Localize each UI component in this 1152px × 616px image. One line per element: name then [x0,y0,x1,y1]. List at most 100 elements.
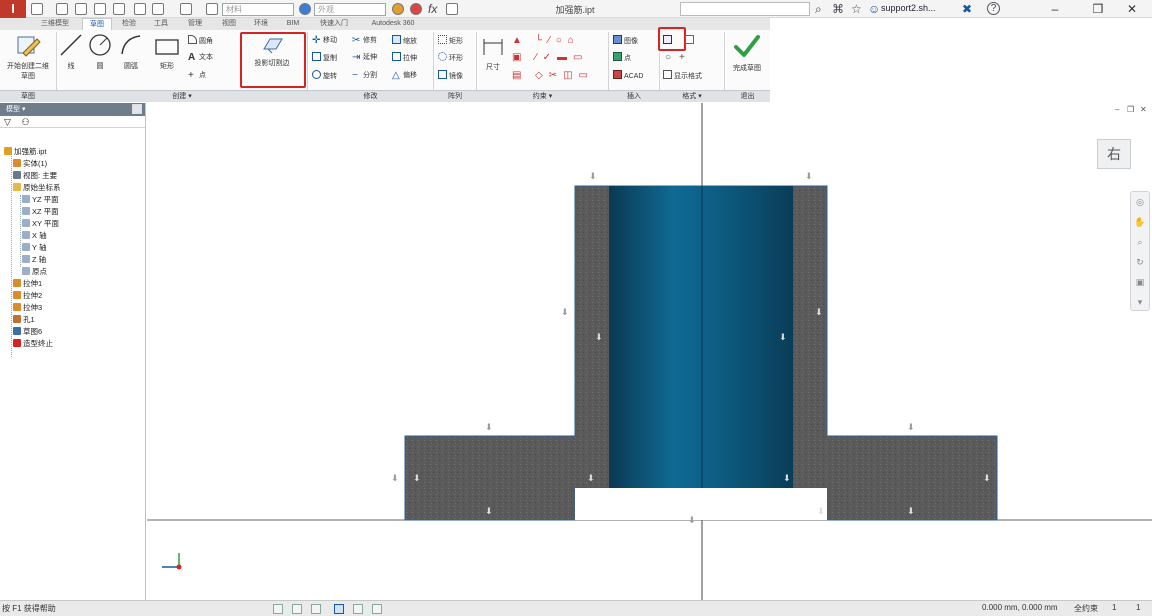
adjust-icon[interactable] [410,3,422,15]
start-2d-sketch-button[interactable]: 开始创建二维草图 [6,34,50,81]
centerline-button[interactable] [685,35,696,47]
mirror-button[interactable]: 镜像 [438,70,463,82]
sketch-canvas[interactable]: ⬇ ⬇ ⬇ ⬇ ⬇ ⬇ ⬇ ⬇ ⬇ ⬇ ⬇ ⬇ ⬇ ⬇ ⬇ ⬇ ⬇ [147,103,1152,600]
browser-tree-item[interactable]: 拉伸1 [13,278,42,289]
browser-tree-item[interactable]: 造型终止 [13,338,53,349]
pan-icon[interactable]: ✋ [1131,212,1149,232]
save-icon[interactable] [75,3,87,15]
status-tool-icon[interactable] [273,604,283,614]
update-icon[interactable] [206,3,218,15]
browser-tree-item[interactable]: 草图6 [13,326,42,337]
rotate-button[interactable]: 旋转 [312,70,337,82]
rectangle-button[interactable]: 矩形 [152,36,182,71]
tab-3d-model[interactable]: 三维模型 [30,18,80,30]
browser-tree-item[interactable]: Y 轴 [22,242,46,253]
tab-view[interactable]: 视图 [214,18,244,30]
rectangular-pattern-button[interactable]: 矩形 [438,35,463,47]
status-tool-icon[interactable] [372,604,382,614]
tab-bim[interactable]: BIM [278,18,308,30]
browser-pin-icon[interactable] [132,104,142,114]
filter-icon[interactable]: ▽ [4,117,11,127]
view-cube[interactable]: 右 [1097,139,1131,169]
arc-button[interactable]: 圆弧 [117,32,145,71]
insert-image-button[interactable]: 图像 [613,35,638,47]
appearance-dropdown[interactable]: 外观 [314,3,386,16]
constraint-row-1-icons[interactable]: └∕○⌂ [535,35,580,46]
browser-tree-item[interactable]: 原始坐标系 [13,182,61,193]
help-icon[interactable]: ? [987,2,1000,15]
constraint-row-2-icons[interactable]: ∕✓▬▭ [535,52,589,63]
fillet-button[interactable]: 圆角 [188,35,213,47]
projected-cut-face[interactable] [609,186,793,488]
show-format-button[interactable]: 显示格式 [663,70,702,82]
parameters-icon[interactable]: fx [428,1,437,17]
status-tool-icon[interactable] [353,604,363,614]
tab-environments[interactable]: 环境 [246,18,276,30]
browser-tree-item[interactable]: YZ 平面 [22,194,59,205]
fix-constraint-icon[interactable]: ▲ [512,35,522,46]
search-icon[interactable]: ⌕ [815,1,822,17]
clear-appearance-icon[interactable] [392,3,404,15]
select-icon[interactable] [180,3,192,15]
circular-pattern-button[interactable]: 环形 [438,52,463,64]
browser-tree-item[interactable]: 实体(1) [13,158,47,169]
new-file-icon[interactable] [31,3,43,15]
browser-tree-item[interactable]: X 轴 [22,230,47,241]
orbit-icon[interactable]: ↻ [1131,252,1149,272]
tab-tools[interactable]: 工具 [146,18,176,30]
browser-tree-item[interactable]: Z 轴 [22,254,46,265]
acad-button[interactable]: ACAD [613,70,643,82]
application-menu-button[interactable]: I [0,0,26,18]
scale-button[interactable]: 缩放 [392,35,417,47]
tab-autodesk-360[interactable]: Autodesk 360 [362,18,424,30]
move-button[interactable]: ✛ 移动 [312,35,337,46]
dimension-button[interactable]: 尺寸 [480,35,506,72]
browser-header[interactable]: 模型 ▾ [0,103,145,116]
zoom-icon[interactable]: ⌕ [1131,232,1149,252]
constraint-row-3-icons[interactable]: ◇✂◫▭ [535,70,594,81]
redo-icon[interactable] [113,3,125,15]
browser-tree-item[interactable]: XZ 平面 [22,206,59,217]
panel-title-format[interactable]: 格式 ▾ [660,91,724,102]
browser-tree-item[interactable]: 加强筋.ipt [4,146,47,157]
minimize-button[interactable]: ‒ [1035,0,1075,18]
status-tool-icon[interactable] [311,604,321,614]
text-button[interactable]: A 文本 [188,52,213,63]
status-tool-icon[interactable] [292,604,302,614]
tab-sketch[interactable]: 草图 [82,18,112,30]
panel-title-create[interactable]: 创建 ▾ [57,91,307,102]
steering-wheel-icon[interactable]: ◎ [1131,192,1149,212]
panel-title-constrain[interactable]: 约束 ▾ [477,91,608,102]
signed-in-user[interactable]: support2.sh... [881,3,936,13]
home-icon[interactable] [134,3,146,15]
browser-tree-item[interactable]: 拉伸3 [13,302,42,313]
close-button[interactable]: ✕ [1112,0,1152,18]
copy-button[interactable]: 复制 [312,52,337,64]
undo-icon[interactable] [94,3,106,15]
browser-tree-item[interactable]: 视图: 主要 [13,170,57,181]
tab-manage[interactable]: 管理 [180,18,210,30]
import-points-button[interactable]: 点 [613,52,631,64]
look-at-icon[interactable]: ▣ [1131,272,1149,292]
ilogic-icon[interactable] [446,3,458,15]
finish-sketch-button[interactable]: 完成草图 [727,32,767,73]
browser-tree-item[interactable]: XY 平面 [22,218,59,229]
trim-button[interactable]: ✂ 修剪 [352,35,377,46]
exchange-apps-icon[interactable]: ✖ [962,1,972,17]
browser-tree-item[interactable]: 原点 [22,266,47,277]
favorites-star-icon[interactable]: ☆ [851,1,862,17]
browser-tree-item[interactable]: 孔1 [13,314,35,325]
subscription-icon[interactable]: ⌘ [832,1,844,17]
tab-inspect[interactable]: 检验 [114,18,144,30]
tab-get-started[interactable]: 快速入门 [310,18,358,30]
constraint-settings-icon[interactable]: ▤ [512,70,521,81]
offset-button[interactable]: △ 偏移 [392,70,417,81]
line-button[interactable]: 线 [58,32,84,71]
split-button[interactable]: − 分割 [352,70,377,81]
auto-dimension-icon[interactable]: ▣ [512,52,521,63]
open-file-icon[interactable] [56,3,68,15]
circle-button[interactable]: 圆 [87,32,113,71]
browser-tree-item[interactable]: 拉伸2 [13,290,42,301]
return-icon[interactable] [152,3,164,15]
status-tool-icon[interactable] [334,604,344,614]
